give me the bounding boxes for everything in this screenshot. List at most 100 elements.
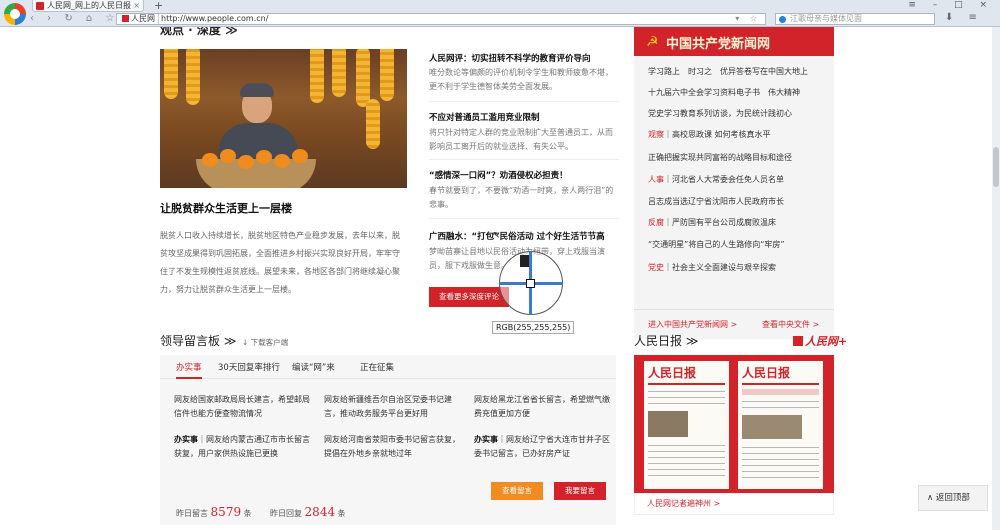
leader-board-panel: 办实事 30天回复率排行 编读“网”来 正在征集 网友给国家邮政局局长建言，希望… <box>160 355 616 525</box>
site-identity-chip[interactable]: 人民网 <box>119 14 159 24</box>
browser-search-input[interactable]: 江歌母亲与媒体见面 <box>775 13 935 25</box>
site-favicon-icon <box>122 15 129 22</box>
new-tab-button[interactable]: + <box>154 0 163 12</box>
persimmon <box>238 155 254 169</box>
party-news-list: 学习路上 时习之 优异答卷写在中国大地上 十九届六中全会学习资料电子书 伟大精神… <box>634 56 834 339</box>
paper-text-line <box>742 471 819 472</box>
paper-rule <box>648 383 725 385</box>
paper-text-line <box>648 451 725 452</box>
address-bar[interactable]: 人民网 http://www.people.com.cn/ ▾ ☆ <box>116 13 766 25</box>
color-value-tooltip: RGB(255,255,255) <box>492 321 575 334</box>
reporters-link[interactable]: 人民网记者遍神州 > <box>634 493 834 515</box>
news-title-4[interactable]: 广西融水：“打包”民俗活动 过个好生活节节高 <box>429 230 605 242</box>
central-documents-link[interactable]: 查看中央文件 > <box>762 319 819 330</box>
paper-text-line <box>648 391 725 392</box>
navigation-buttons[interactable]: ‹ › ↻ ⌂ ☆ <box>30 13 119 24</box>
newspaper-preview[interactable]: 人民日报 人民日报 <box>634 355 834 515</box>
message-tag: 办实事 <box>474 435 498 444</box>
browser-tool-icons[interactable]: ⬇ ≡ <box>945 12 983 23</box>
message-text: 网友给新疆维吾尔自治区党委书记建言，推动政务服务平台更好用 <box>324 395 452 418</box>
party-news-item[interactable]: 吕志成当选辽宁省沈阳市人民政府市长 <box>648 196 784 207</box>
address-bar-icons[interactable]: ▾ ☆ <box>735 14 761 24</box>
paper-text-line <box>742 465 819 466</box>
browser-logo-icon[interactable] <box>4 3 26 25</box>
news-divider <box>429 101 619 102</box>
message-item[interactable]: 办实事｜网友给辽宁省大连市甘井子区委书记留言，已办好房产证 <box>474 433 612 461</box>
news-divider <box>429 218 619 219</box>
paper-text-line <box>648 469 725 470</box>
paper-text-line <box>648 397 725 398</box>
message-item[interactable]: 网友给河南省荥阳市委书记留言获复，提倡在外地乡亲就地过年 <box>324 433 462 461</box>
paper-text-line <box>742 401 819 402</box>
tab-close-icon[interactable]: × <box>133 0 140 11</box>
message-item[interactable]: 网友给国家邮政局局长建言，希望邮局信件也能方便查物流情况 <box>174 393 312 421</box>
party-news-item[interactable]: 正确把握实现共同富裕的战略目标和途径 <box>648 152 792 163</box>
message-item[interactable]: 办实事｜网友给内蒙古通辽市市长留言获复，用户家供热设施已更换 <box>174 433 312 461</box>
item-text: 吕志成当选辽宁省沈阳市人民政府市长 <box>648 197 784 206</box>
crosshair-center-icon <box>526 279 535 288</box>
item-text: “交通明星”将自己的人生路修向“牢房” <box>648 240 785 249</box>
tab-collecting[interactable]: 正在征集 <box>360 361 394 373</box>
news-title-3[interactable]: “感情深一口闷”？劝酒侵权必担责！ <box>429 169 568 181</box>
browser-tab[interactable]: 人民网_网上的人民日报 × <box>32 0 144 12</box>
favicon-icon <box>36 2 44 10</box>
tab-editor-reader[interactable]: 编读“网”来 <box>292 361 335 373</box>
back-to-top-button[interactable]: ∧ 返回顶部 <box>918 485 988 511</box>
news-divider <box>429 159 619 160</box>
scrollbar-thumb[interactable] <box>993 147 999 187</box>
party-news-item[interactable]: 反腐｜严防国有平台公司成腐败温床 <box>648 217 776 228</box>
mouse-cursor-icon: ↖ <box>492 230 501 241</box>
newspaper-page-1[interactable]: 人民日报 <box>644 361 729 489</box>
hero-title[interactable]: 让脱贫群众生活更上一层楼 <box>160 200 292 216</box>
persimmon <box>256 150 272 164</box>
corn-decoration <box>164 49 178 99</box>
persimmon <box>274 154 290 168</box>
more-commentary-button[interactable]: 查看更多深度评论 <box>429 287 509 307</box>
newspaper-page-2[interactable]: 人民日报 <box>738 361 823 489</box>
page-scrollbar[interactable] <box>992 27 1000 530</box>
party-news-item[interactable]: 学习路上 时习之 优异答卷写在中国大地上 <box>648 66 808 77</box>
enter-party-news-link[interactable]: 进入中国共产党新闻网 > <box>648 319 737 330</box>
write-message-button[interactable]: 我要留言 <box>554 482 606 500</box>
news-title-2[interactable]: 不应对普通员工滥用竞业限制 <box>429 111 540 123</box>
item-tag: 人事 <box>648 175 664 184</box>
hero-photo[interactable] <box>160 49 407 188</box>
search-engine-icon <box>779 16 786 23</box>
download-client-link[interactable]: ↓ 下载客户端 <box>242 337 288 348</box>
party-news-item[interactable]: 党史学习教育系列访谈，为民统计践初心 <box>648 108 792 119</box>
window-controls[interactable]: ≡ – □ × <box>908 0 994 10</box>
message-tag: 办实事 <box>174 435 198 444</box>
view-messages-button[interactable]: 查看留言 <box>491 482 543 500</box>
item-text: 十九届六中全会学习资料电子书 伟大精神 <box>648 88 800 97</box>
hero-description: 脱贫人口收入持续增长，脱贫地区特色产业稳步发展，去年以来，脱贫攻坚成果得到巩固拓… <box>160 231 400 294</box>
paper-text-line <box>648 403 725 404</box>
section-title-opinion[interactable]: 观点 · 深度 ≫ <box>160 27 238 38</box>
search-placeholder: 江歌母亲与媒体见面 <box>790 14 862 23</box>
party-news-title[interactable]: 中国共产党新闻网 <box>666 33 770 52</box>
leader-board-tabs: 办实事 30天回复率排行 编读“网”来 正在征集 <box>160 355 616 379</box>
message-item[interactable]: 网友给黑龙江省省长留言，希望燃气缴费充值更加方便 <box>474 393 612 421</box>
party-news-item[interactable]: 党史｜社会主义全面建设与艰辛探索 <box>648 262 776 273</box>
party-news-item[interactable]: 人事｜河北省人大常委会任免人员名单 <box>648 174 784 185</box>
newspaper-masthead: 人民日报 <box>648 366 697 380</box>
message-item[interactable]: 网友给新疆维吾尔自治区党委书记建言，推动政务服务平台更好用 <box>324 393 462 421</box>
url-text[interactable]: http://www.people.com.cn/ <box>161 14 268 24</box>
stat-value: 2844 <box>304 505 336 519</box>
paper-text-line <box>742 447 819 448</box>
item-text: ｜社会主义全面建设与艰辛探索 <box>664 263 776 272</box>
party-news-item[interactable]: “交通明星”将自己的人生路修向“牢房” <box>648 239 785 250</box>
party-news-item[interactable]: 观察｜高校思政课 如何考核真水平 <box>648 129 771 140</box>
party-news-item[interactable]: 十九届六中全会学习资料电子书 伟大精神 <box>648 87 800 98</box>
stat-unit: 条 <box>243 509 252 518</box>
item-text: ｜严防国有平台公司成腐败温床 <box>664 218 776 227</box>
section-title-leader-board[interactable]: 领导留言板 ≫ <box>160 332 236 349</box>
browser-toolbar: 人民网_网上的人民日报 × + ≡ – □ × ‹ › ↻ ⌂ ☆ 人民网 ht… <box>0 0 1000 27</box>
web-page: 观点 · 深度 ≫ 让脱贫群众生活更上一层楼 脱贫人口收入持续增长，脱贫地区特色… <box>0 27 992 530</box>
tab-30day-ranking[interactable]: 30天回复率排行 <box>218 361 280 373</box>
news-title-1[interactable]: 人民网评：切实扭转不科学的教育评价导向 <box>429 52 591 64</box>
peoples-daily-logo[interactable]: 人民网+ <box>793 333 847 349</box>
tab-do-practical[interactable]: 办实事 <box>176 361 202 379</box>
section-title-peoples-daily[interactable]: 人民日报 ≫ <box>634 332 698 349</box>
news-desc-3: 春节就要到了，不要微“劝酒一时爽，亲人两行泪”的悲事。 <box>429 186 614 209</box>
party-news-header[interactable]: ☭ 中国共产党新闻网 <box>634 27 834 56</box>
